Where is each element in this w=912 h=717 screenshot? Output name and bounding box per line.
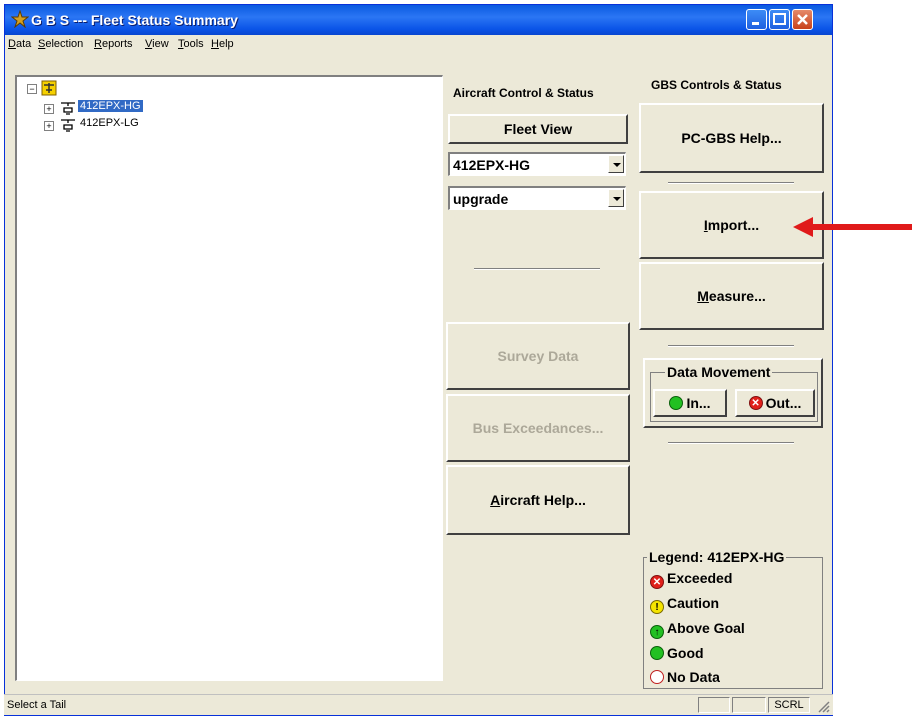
- bus-exceedances-label: Bus Exceedances...: [472, 420, 604, 436]
- close-button[interactable]: [792, 9, 813, 30]
- legend-no-data: No Data: [650, 669, 720, 685]
- tree-root[interactable]: −: [27, 80, 67, 96]
- gbs-panel-heading: GBS Controls & Status: [651, 78, 782, 92]
- tree-item[interactable]: + 412EPX-LG: [44, 117, 194, 133]
- collapse-icon[interactable]: −: [27, 84, 37, 94]
- data-out-button[interactable]: ✕ Out...: [735, 389, 815, 417]
- mode-select-value: upgrade: [453, 191, 509, 207]
- status-panel: [732, 697, 766, 713]
- exclamation-yellow-icon: !: [650, 600, 664, 614]
- menu-data[interactable]: Data: [8, 38, 31, 50]
- data-in-button[interactable]: In...: [653, 389, 727, 417]
- green-dot-icon: [650, 646, 664, 660]
- import-label: Import...: [703, 217, 760, 233]
- expand-icon[interactable]: +: [44, 121, 54, 131]
- annotation-arrow-icon: [793, 217, 912, 237]
- legend-above-goal: ↑ Above Goal: [650, 620, 745, 639]
- expand-icon[interactable]: +: [44, 104, 54, 114]
- data-movement-title: Data Movement: [665, 364, 773, 380]
- legend-exceeded-label: Exceeded: [667, 570, 733, 586]
- minimize-button[interactable]: [746, 9, 767, 30]
- mode-select[interactable]: upgrade: [448, 186, 626, 210]
- green-dot-icon: [669, 396, 684, 410]
- separator: [668, 345, 794, 347]
- resize-grip-icon[interactable]: [816, 699, 830, 713]
- chevron-down-icon[interactable]: [608, 155, 624, 173]
- maximize-icon: [773, 13, 786, 25]
- x-red-icon: ✕: [650, 575, 664, 589]
- chevron-down-icon[interactable]: [608, 189, 624, 207]
- helicopter-icon: [61, 102, 75, 115]
- close-icon: [797, 14, 808, 25]
- status-panel: [698, 697, 730, 713]
- aircraft-help-label: Aircraft Help...: [490, 492, 586, 508]
- legend-above-goal-label: Above Goal: [667, 620, 745, 636]
- legend-caution-label: Caution: [667, 595, 720, 611]
- fleet-view-label: Fleet View: [503, 121, 573, 137]
- survey-data-button[interactable]: Survey Data: [446, 322, 630, 390]
- tail-select-value: 412EPX-HG: [453, 157, 531, 173]
- app-star-icon: [11, 10, 29, 28]
- menu-bar: Data Selection Reports View Tools Help: [5, 35, 832, 55]
- legend-caution: ! Caution: [650, 595, 719, 614]
- legend-no-data-label: No Data: [667, 669, 720, 685]
- legend-exceeded: ✕ Exceeded: [650, 570, 732, 589]
- bus-exceedances-button[interactable]: Bus Exceedances...: [446, 394, 630, 462]
- pc-gbs-help-button[interactable]: PC-GBS Help...: [639, 103, 824, 173]
- minimize-icon: [752, 22, 759, 25]
- scrl-indicator: SCRL: [768, 697, 810, 713]
- menu-view[interactable]: View: [145, 38, 169, 50]
- legend-title: Legend: 412EPX-HG: [647, 549, 787, 565]
- legend-good: Good: [650, 645, 704, 661]
- aircraft-panel-heading: Aircraft Control & Status: [453, 86, 594, 100]
- tree-item-label[interactable]: 412EPX-HG: [78, 100, 143, 112]
- x-red-icon: ✕: [748, 396, 763, 410]
- separator: [474, 268, 600, 270]
- tail-select[interactable]: 412EPX-HG: [448, 152, 626, 176]
- aircraft-tree[interactable]: − + 412EPX-HG + 412EPX-LG: [15, 75, 443, 681]
- pc-gbs-help-label: PC-GBS Help...: [681, 130, 782, 146]
- data-out-label: Out...: [765, 395, 802, 411]
- menu-selection[interactable]: Selection: [38, 38, 83, 50]
- status-bar: Select a Tail SCRL: [4, 694, 833, 715]
- status-text: Select a Tail: [7, 699, 67, 711]
- tree-item-label[interactable]: 412EPX-LG: [78, 117, 141, 129]
- legend-good-label: Good: [667, 645, 704, 661]
- fleet-icon: [41, 80, 57, 96]
- maximize-button[interactable]: [769, 9, 790, 30]
- measure-label: Measure...: [697, 288, 766, 304]
- empty-circle-icon: [650, 670, 664, 684]
- helicopter-icon: [61, 119, 75, 132]
- menu-reports[interactable]: Reports: [94, 38, 133, 50]
- title-bar[interactable]: G B S --- Fleet Status Summary: [5, 5, 832, 35]
- fleet-view-button[interactable]: Fleet View: [448, 114, 628, 144]
- measure-button[interactable]: Measure...: [639, 262, 824, 330]
- aircraft-help-button[interactable]: Aircraft Help...: [446, 465, 630, 535]
- tree-item[interactable]: + 412EPX-HG: [44, 100, 194, 116]
- up-arrow-green-icon: ↑: [650, 625, 664, 639]
- window-title: G B S --- Fleet Status Summary: [31, 12, 238, 28]
- separator: [668, 182, 794, 184]
- separator: [668, 442, 794, 444]
- survey-data-label: Survey Data: [497, 348, 579, 364]
- data-in-label: In...: [686, 395, 711, 411]
- menu-help[interactable]: Help: [211, 38, 234, 50]
- menu-tools[interactable]: Tools: [178, 38, 204, 50]
